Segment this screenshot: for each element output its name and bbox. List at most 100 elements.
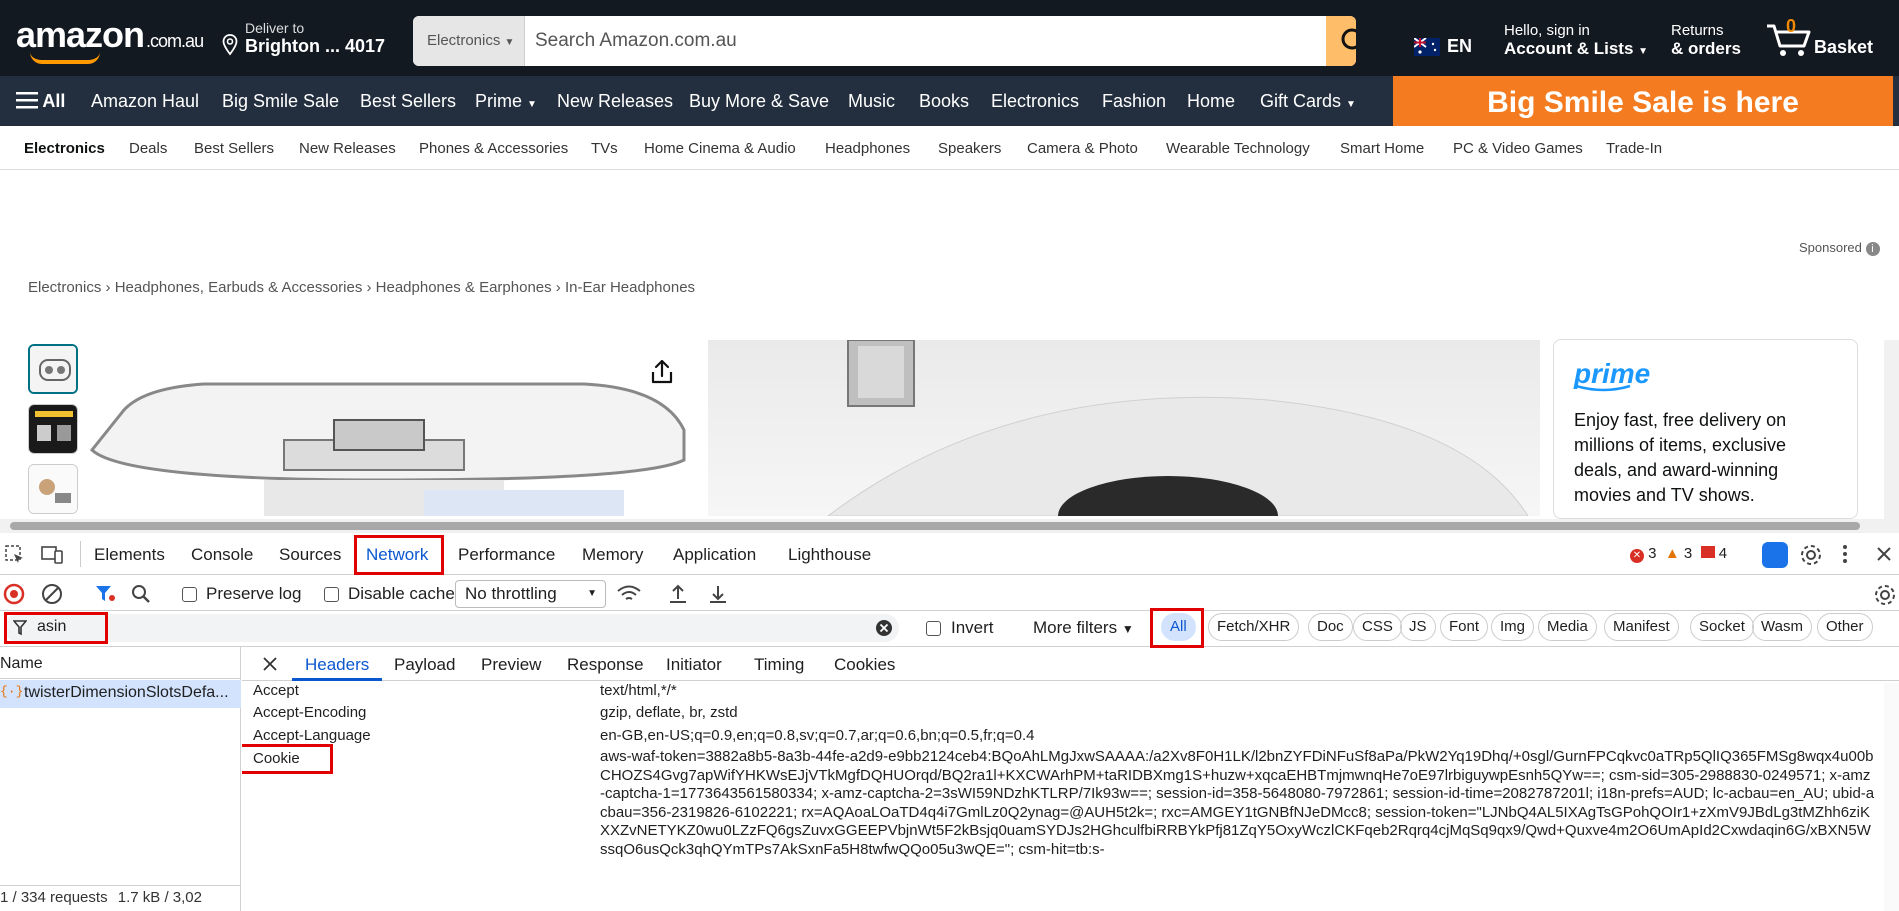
more-options-icon[interactable]	[1843, 543, 1847, 565]
subnav-item-home-cinema[interactable]: Home Cinema & Audio	[644, 140, 796, 157]
language-selector[interactable]: EN	[1447, 36, 1472, 57]
more-filters-dropdown[interactable]: More filters ▼	[1033, 618, 1134, 638]
nav-item-prime[interactable]: Prime ▼	[475, 91, 537, 112]
all-menu-button[interactable]: All	[16, 91, 65, 112]
search-icon[interactable]	[130, 583, 152, 605]
subnav-item-speakers[interactable]: Speakers	[938, 140, 1001, 157]
tab-preview[interactable]: Preview	[481, 655, 541, 675]
tab-payload[interactable]: Payload	[394, 655, 455, 675]
nav-item-amazon-haul[interactable]: Amazon Haul	[91, 91, 199, 112]
filter-js[interactable]: JS	[1400, 613, 1436, 641]
basket-label[interactable]: Basket	[1814, 37, 1873, 58]
breadcrumb[interactable]: Electronics › Headphones, Earbuds & Acce…	[28, 279, 695, 296]
search-input[interactable]	[535, 16, 1255, 66]
filter-input-box[interactable]	[4, 614, 899, 642]
filter-socket[interactable]: Socket	[1690, 613, 1754, 641]
header-value[interactable]: gzip, deflate, br, zstd	[600, 704, 738, 721]
device-toolbar-icon[interactable]	[40, 544, 64, 566]
tab-timing[interactable]: Timing	[754, 655, 804, 675]
header-value[interactable]: text/html,*/*	[600, 682, 677, 699]
nav-item-new-releases[interactable]: New Releases	[557, 91, 673, 112]
subnav-item-pc-games[interactable]: PC & Video Games	[1453, 140, 1583, 157]
tab-memory[interactable]: Memory	[582, 545, 643, 565]
promo-banner[interactable]: Big Smile Sale is here	[1393, 76, 1893, 126]
filter-other[interactable]: Other	[1817, 613, 1873, 641]
page-horizontal-scrollbar[interactable]	[0, 519, 1899, 533]
main-product-image[interactable]	[84, 340, 696, 516]
subnav-item-wearables[interactable]: Wearable Technology	[1166, 140, 1310, 157]
preserve-log-checkbox[interactable]	[182, 587, 197, 602]
network-conditions-icon[interactable]	[616, 583, 642, 605]
account-lists-menu[interactable]: Hello, sign in Account & Lists ▼	[1504, 22, 1648, 61]
deliver-to-block[interactable]: Deliver to Brighton ... 4017	[245, 20, 385, 55]
devtools-counters[interactable]: ✕ 3 ▲ 3 4	[1630, 545, 1727, 563]
invert-label[interactable]: Invert	[951, 618, 994, 638]
subnav-item-electronics[interactable]: Electronics	[24, 140, 105, 157]
subnav-item-best-sellers[interactable]: Best Sellers	[194, 140, 274, 157]
tab-cookies[interactable]: Cookies	[834, 655, 895, 675]
settings-gear-icon[interactable]	[1799, 543, 1823, 567]
tab-application[interactable]: Application	[673, 545, 756, 565]
filter-icon[interactable]	[94, 584, 116, 604]
tab-console[interactable]: Console	[191, 545, 253, 565]
product-thumbnail[interactable]	[28, 464, 78, 514]
tab-sources[interactable]: Sources	[279, 545, 341, 565]
nav-item-gift-cards[interactable]: Gift Cards ▼	[1260, 91, 1356, 112]
subnav-item-trade-in[interactable]: Trade-In	[1606, 140, 1662, 157]
subnav-item-headphones[interactable]: Headphones	[825, 140, 910, 157]
header-value[interactable]: en-GB,en-US;q=0.9,en;q=0.8,sv;q=0.7,ar;q…	[600, 727, 1034, 744]
filter-font[interactable]: Font	[1440, 613, 1489, 641]
nav-item-fashion[interactable]: Fashion	[1102, 91, 1166, 112]
product-thumbnail[interactable]	[28, 404, 78, 454]
subnav-item-tvs[interactable]: TVs	[591, 140, 618, 157]
subnav-item-smart-home[interactable]: Smart Home	[1340, 140, 1424, 157]
disable-cache-checkbox[interactable]	[324, 587, 339, 602]
product-thumbnail[interactable]	[28, 344, 78, 394]
tab-lighthouse[interactable]: Lighthouse	[788, 545, 871, 565]
import-har-icon[interactable]	[668, 583, 688, 605]
tab-performance[interactable]: Performance	[458, 545, 555, 565]
share-icon[interactable]	[648, 358, 676, 386]
product-feature-image[interactable]	[708, 340, 1540, 516]
filter-doc[interactable]: Doc	[1308, 613, 1353, 641]
search-category-select[interactable]: Electronics ▼	[413, 16, 525, 66]
cookie-header-value[interactable]: aws-waf-token=3882a8b5-8a3b-44fe-a2d9-e9…	[600, 748, 1875, 859]
filter-wasm[interactable]: Wasm	[1752, 613, 1812, 641]
detail-scrollbar[interactable]	[1884, 683, 1899, 911]
subnav-item-camera[interactable]: Camera & Photo	[1027, 140, 1138, 157]
subnav-item-deals[interactable]: Deals	[129, 140, 167, 157]
nav-item-electronics[interactable]: Electronics	[991, 91, 1079, 112]
invert-checkbox[interactable]	[926, 621, 941, 636]
scrollbar-thumb[interactable]	[10, 522, 1860, 530]
close-detail-icon[interactable]	[262, 656, 278, 672]
returns-orders-link[interactable]: Returns & orders	[1671, 22, 1741, 58]
nav-item-buy-more-save[interactable]: Buy More & Save	[689, 91, 829, 112]
ai-assistance-icon[interactable]	[1762, 542, 1788, 568]
nav-item-books[interactable]: Books	[919, 91, 969, 112]
tab-headers[interactable]: Headers	[305, 655, 369, 675]
filter-manifest[interactable]: Manifest	[1604, 613, 1679, 641]
nav-item-big-smile-sale[interactable]: Big Smile Sale	[222, 91, 339, 112]
tab-response[interactable]: Response	[567, 655, 644, 675]
tab-initiator[interactable]: Initiator	[666, 655, 722, 675]
request-row[interactable]: {·} twisterDimensionSlotsDefa...	[0, 680, 241, 708]
subnav-item-new-releases[interactable]: New Releases	[299, 140, 396, 157]
export-har-icon[interactable]	[708, 583, 728, 605]
sponsored-label[interactable]: Sponsored i	[1799, 240, 1880, 256]
nav-item-home[interactable]: Home	[1187, 91, 1235, 112]
throttling-select[interactable]: No throttling ▼	[455, 580, 606, 608]
tab-elements[interactable]: Elements	[94, 545, 165, 565]
name-column-header[interactable]: Name	[0, 655, 43, 673]
clear-icon[interactable]	[41, 583, 63, 605]
filter-css[interactable]: CSS	[1353, 613, 1402, 641]
clear-filter-icon[interactable]	[875, 619, 893, 637]
prime-promo-box[interactable]: prime Enjoy fast, free delivery on milli…	[1553, 339, 1858, 519]
filter-fetch-xhr[interactable]: Fetch/XHR	[1208, 613, 1300, 641]
page-vertical-scrollbar[interactable]	[1884, 340, 1899, 520]
disable-cache-label[interactable]: Disable cache	[348, 584, 455, 604]
record-stop-icon[interactable]	[3, 583, 25, 605]
subnav-item-phones[interactable]: Phones & Accessories	[419, 140, 568, 157]
close-devtools-icon[interactable]	[1876, 546, 1892, 562]
network-settings-gear-icon[interactable]	[1873, 583, 1897, 607]
filter-media[interactable]: Media	[1538, 613, 1597, 641]
